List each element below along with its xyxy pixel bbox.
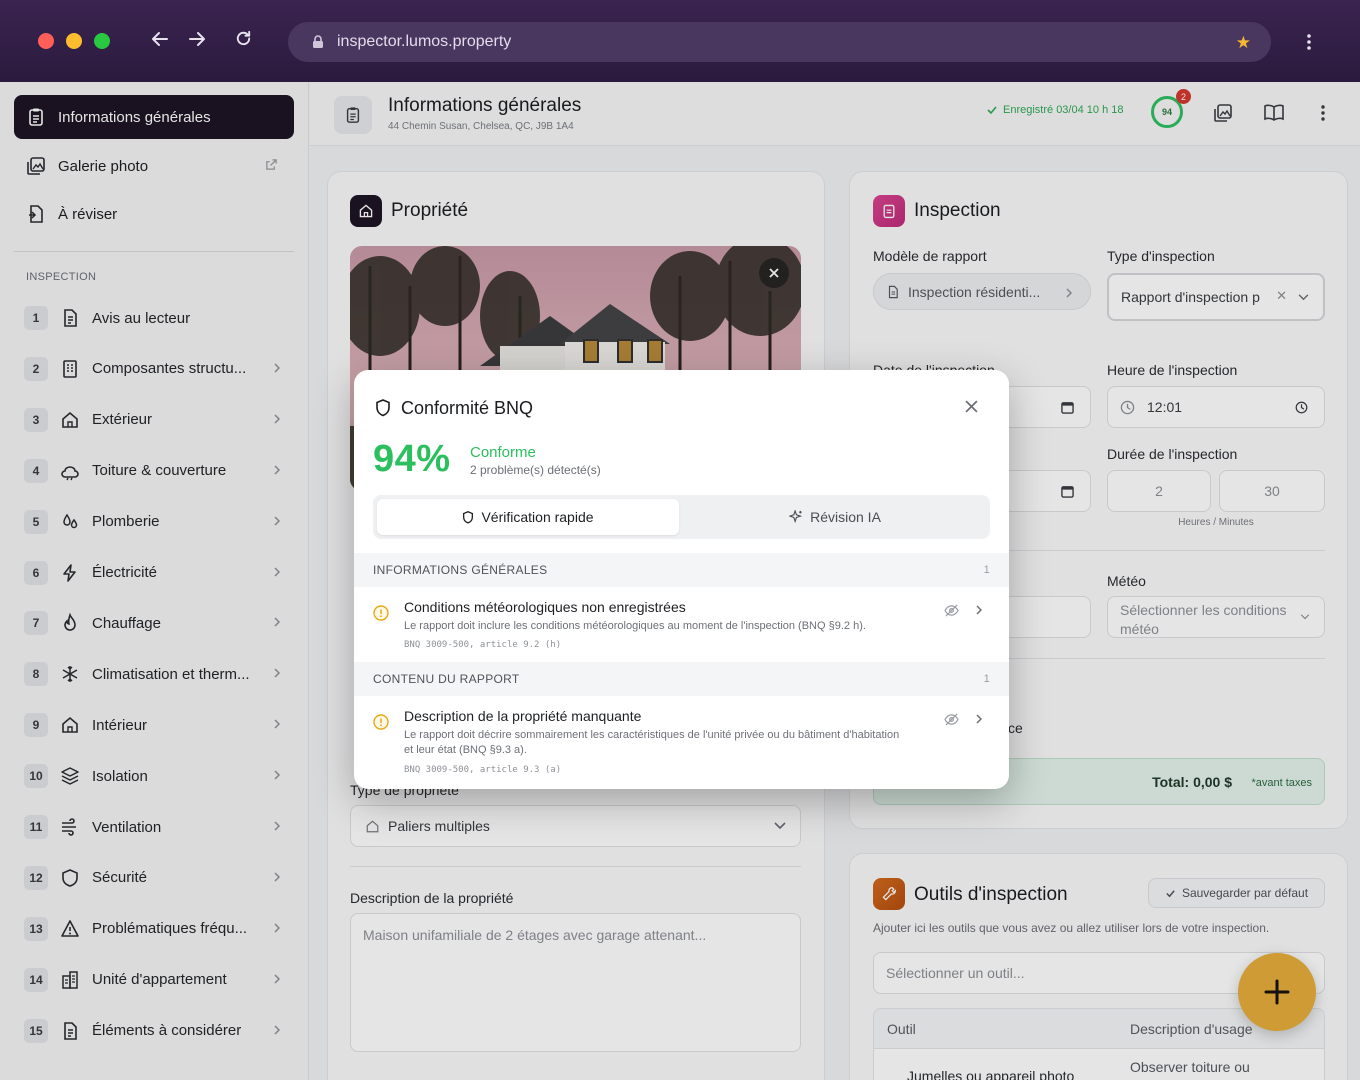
close-window-button[interactable] xyxy=(38,33,54,49)
compliance-score: 94% xyxy=(373,438,451,480)
section-header-general-info: INFORMATIONS GÉNÉRALES 1 xyxy=(354,553,1009,587)
warning-circle-icon xyxy=(373,605,389,621)
tab-quick-label: Vérification rapide xyxy=(481,509,594,525)
compliance-status: Conforme xyxy=(470,444,536,461)
chevron-right-icon xyxy=(976,714,982,724)
sparkles-icon xyxy=(789,510,803,524)
section-title: CONTENU DU RAPPORT xyxy=(373,672,520,686)
modal-tabs: Vérification rapide Révision IA xyxy=(373,495,990,539)
maximize-window-button[interactable] xyxy=(94,33,110,49)
chevron-right-icon xyxy=(976,605,982,615)
bookmark-star-icon[interactable]: ★ xyxy=(1236,33,1251,53)
browser-menu-icon[interactable] xyxy=(1302,32,1316,52)
address-bar[interactable]: inspector.lumos.property ★ xyxy=(288,22,1271,62)
reload-icon[interactable] xyxy=(234,29,253,48)
section-title: INFORMATIONS GÉNÉRALES xyxy=(373,563,548,577)
close-icon[interactable] xyxy=(965,400,978,413)
issue-property-description-missing[interactable]: Description de la propriété manquante Le… xyxy=(354,696,1009,789)
tab-quick-check[interactable]: Vérification rapide xyxy=(377,499,679,535)
warning-circle-icon xyxy=(373,714,389,730)
forward-icon[interactable] xyxy=(187,29,207,49)
url-text: inspector.lumos.property xyxy=(337,33,512,50)
issue-reference: BNQ 3009-500, article 9.2 (h) xyxy=(404,640,562,650)
issue-weather-missing[interactable]: Conditions météorologiques non enregistr… xyxy=(354,587,1009,662)
hide-icon[interactable] xyxy=(944,604,959,617)
tab-ai-review[interactable]: Révision IA xyxy=(684,499,986,535)
hide-icon[interactable] xyxy=(944,713,959,726)
section-count: 1 xyxy=(983,673,990,685)
issue-title: Description de la propriété manquante xyxy=(404,708,642,724)
lock-icon xyxy=(313,35,323,48)
bnq-compliance-modal: Conformité BNQ 94% Conforme 2 problème(s… xyxy=(354,370,1009,789)
browser-chrome: inspector.lumos.property ★ xyxy=(0,0,1360,82)
shield-icon xyxy=(463,510,474,524)
tab-ai-label: Révision IA xyxy=(810,509,881,525)
modal-title: Conformité BNQ xyxy=(401,398,534,418)
issue-description: Le rapport doit décrire sommairement les… xyxy=(404,729,900,756)
section-count: 1 xyxy=(983,564,990,576)
issue-description: Le rapport doit inclure les conditions m… xyxy=(404,620,866,632)
issues-count: 2 problème(s) détecté(s) xyxy=(470,463,601,477)
minimize-window-button[interactable] xyxy=(66,33,82,49)
issue-title: Conditions météorologiques non enregistr… xyxy=(404,599,686,615)
section-header-report-content: CONTENU DU RAPPORT 1 xyxy=(354,662,1009,696)
back-icon[interactable] xyxy=(150,29,170,49)
shield-icon xyxy=(376,399,390,417)
issue-reference: BNQ 3009-500, article 9.3 (a) xyxy=(404,765,562,775)
